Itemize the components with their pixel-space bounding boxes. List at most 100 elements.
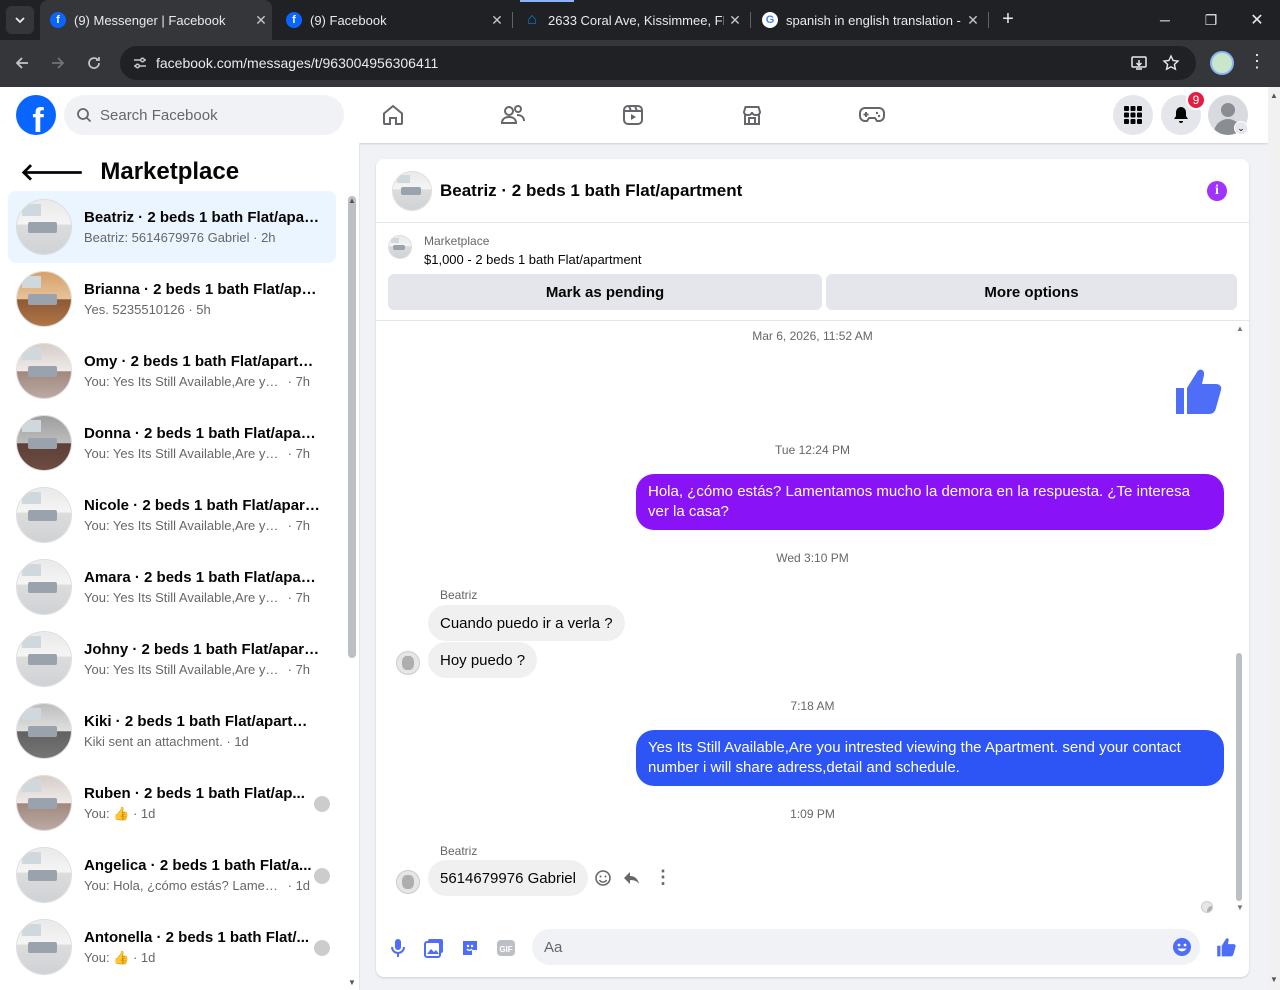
marketplace-conversation-list: 🡐 Marketplace Beatriz · 2 beds 1 bath Fl… bbox=[0, 143, 360, 990]
emoji-picker-icon[interactable] bbox=[1172, 937, 1192, 957]
close-tab-icon[interactable]: ✕ bbox=[724, 12, 746, 29]
scroll-up-arrow-icon[interactable]: ▲ bbox=[1236, 324, 1244, 333]
info-icon[interactable]: i bbox=[1207, 181, 1227, 201]
tab-title: spanish in english translation - G bbox=[786, 12, 962, 28]
install-app-icon[interactable] bbox=[1130, 54, 1148, 72]
browser-profile-avatar[interactable] bbox=[1210, 51, 1234, 75]
reload-button[interactable] bbox=[80, 49, 108, 77]
marketplace-nav-button[interactable] bbox=[738, 101, 766, 129]
browser-menu-icon[interactable]: ⋮ bbox=[1248, 52, 1266, 70]
tab-google[interactable]: G spanish in english translation - G ✕ bbox=[752, 0, 984, 40]
tab-zillow[interactable]: ⌂ 2633 Coral Ave, Kissimmee, FL 3 ✕ bbox=[514, 0, 746, 40]
incoming-message[interactable]: Cuando puedo ir a verla ? bbox=[428, 605, 625, 641]
back-arrow-icon[interactable]: 🡐 bbox=[20, 157, 84, 187]
listing-title[interactable]: $1,000 - 2 beds 1 bath Flat/apartment bbox=[424, 252, 642, 267]
address-bar[interactable]: facebook.com/messages/t/963004956306411 bbox=[120, 46, 1196, 80]
conversation-thumbnail bbox=[16, 559, 72, 615]
close-window-button[interactable]: ✕ bbox=[1234, 0, 1280, 40]
message-input[interactable]: Aa bbox=[532, 929, 1200, 965]
list-scrollbar[interactable] bbox=[348, 196, 356, 658]
dot-separator: · bbox=[284, 590, 296, 605]
incoming-message[interactable]: Hoy puedo ? bbox=[428, 642, 538, 678]
conversation-time: 7h bbox=[295, 590, 311, 605]
sticker-button[interactable] bbox=[459, 937, 481, 959]
conversation-time: 5h bbox=[196, 302, 211, 317]
page-scrollbar[interactable]: ▲ ▼ bbox=[1268, 87, 1280, 990]
conversation-item[interactable]: Nicole · 2 beds 1 bath Flat/apart... You:… bbox=[8, 479, 336, 551]
scroll-up-arrow-icon[interactable]: ▲ bbox=[348, 196, 356, 205]
forward-button[interactable] bbox=[44, 49, 72, 77]
new-tab-button[interactable]: + bbox=[996, 8, 1020, 32]
scroll-down-arrow-icon[interactable]: ▼ bbox=[348, 978, 356, 987]
home-nav-button[interactable] bbox=[379, 101, 407, 129]
gaming-nav-button[interactable] bbox=[858, 101, 886, 129]
marketplace-label: Marketplace bbox=[424, 234, 490, 248]
conversation-item[interactable]: Beatriz · 2 beds 1 bath Flat/apart... Bea… bbox=[8, 191, 336, 263]
arrow-left-icon bbox=[15, 57, 28, 69]
tab-search-button[interactable] bbox=[6, 6, 34, 34]
mark-as-pending-button[interactable]: Mark as pending bbox=[388, 274, 822, 310]
restore-button[interactable]: ❐ bbox=[1188, 0, 1234, 40]
conversation-item[interactable]: Omy · 2 beds 1 bath Flat/apartm... You: Y… bbox=[8, 335, 336, 407]
conversation-thumbnail bbox=[16, 271, 72, 327]
sender-avatar[interactable] bbox=[396, 870, 420, 894]
conversation-preview: You: Yes Its Still Available,Are you in.… bbox=[84, 446, 284, 461]
facebook-logo[interactable]: f bbox=[16, 95, 56, 135]
menu-button[interactable] bbox=[1113, 95, 1153, 135]
conversation-name: Nicole · 2 beds 1 bath Flat/apart... bbox=[84, 497, 320, 514]
reply-icon[interactable] bbox=[622, 869, 640, 887]
facebook-icon: f bbox=[50, 12, 66, 28]
scroll-down-arrow-icon[interactable]: ▼ bbox=[1236, 903, 1244, 912]
outgoing-message[interactable]: Yes Its Still Available,Are you intreste… bbox=[636, 730, 1224, 786]
bookmark-star-icon[interactable] bbox=[1162, 54, 1180, 72]
timestamp: Mar 6, 2026, 11:52 AM bbox=[752, 329, 873, 343]
url-text[interactable]: facebook.com/messages/t/963004956306411 bbox=[156, 55, 438, 71]
tab-title: 2633 Coral Ave, Kissimmee, FL 3 bbox=[548, 12, 724, 28]
svg-text:GIF: GIF bbox=[499, 945, 512, 954]
conversation-avatar[interactable] bbox=[392, 170, 432, 211]
conversation-thumbnail bbox=[16, 631, 72, 687]
search-input[interactable]: Search Facebook bbox=[64, 95, 344, 135]
chat-scrollbar[interactable] bbox=[1236, 653, 1242, 901]
minimize-button[interactable]: ─ bbox=[1142, 0, 1188, 40]
conversation-item[interactable]: Amara · 2 beds 1 bath Flat/apart... You: … bbox=[8, 551, 336, 623]
browser-toolbar: facebook.com/messages/t/963004956306411 … bbox=[0, 40, 1280, 87]
more-options-button[interactable]: More options bbox=[826, 274, 1237, 310]
listing-thumbnail[interactable] bbox=[388, 235, 412, 259]
outgoing-message[interactable]: Hola, ¿cómo estás? Lamentamos mucho la d… bbox=[636, 474, 1224, 530]
conversation-item[interactable]: Johny · 2 beds 1 bath Flat/apart... You: … bbox=[8, 623, 336, 695]
conversation-thumbnail bbox=[16, 775, 72, 831]
send-like-button[interactable] bbox=[1215, 935, 1239, 959]
conversation-item[interactable]: Angelica · 2 beds 1 bath Flat/a... You: H… bbox=[8, 839, 336, 911]
chevron-down-icon[interactable]: ⌄ bbox=[1234, 121, 1248, 135]
site-settings-icon[interactable] bbox=[132, 55, 148, 71]
chat-title[interactable]: Beatriz · 2 beds 1 bath Flat/apartment bbox=[440, 181, 742, 201]
gif-button[interactable]: GIF bbox=[495, 937, 517, 959]
tab-messenger[interactable]: f (9) Messenger | Facebook ✕ bbox=[40, 0, 272, 40]
attach-photo-button[interactable] bbox=[423, 937, 445, 959]
conversation-time: 7h bbox=[295, 446, 311, 461]
conversation-item[interactable]: Brianna · 2 beds 1 bath Flat/apar... Yes.… bbox=[8, 263, 336, 335]
conversation-preview: Yes. 5235510126 bbox=[84, 302, 185, 317]
friends-nav-button[interactable] bbox=[499, 101, 527, 129]
more-actions-icon[interactable]: ⋮ bbox=[654, 867, 672, 888]
video-nav-button[interactable] bbox=[619, 101, 647, 129]
conversation-preview: Beatriz: 5614679976 Gabriel bbox=[84, 230, 250, 245]
voice-clip-button[interactable] bbox=[387, 937, 409, 959]
sender-avatar[interactable] bbox=[396, 651, 420, 675]
dot-separator: · bbox=[129, 805, 141, 821]
close-tab-icon[interactable]: ✕ bbox=[962, 12, 984, 29]
react-emoji-icon[interactable] bbox=[594, 869, 612, 887]
conversation-item[interactable]: Antonella · 2 beds 1 bath Flat/... You: 👍… bbox=[8, 911, 336, 983]
conversation-item[interactable]: Kiki · 2 beds 1 bath Flat/apartme... Kiki… bbox=[8, 695, 336, 767]
google-icon: G bbox=[762, 12, 778, 28]
conversation-time: 1d bbox=[234, 734, 249, 749]
back-button[interactable] bbox=[8, 49, 36, 77]
friends-icon bbox=[500, 105, 525, 124]
close-tab-icon[interactable]: ✕ bbox=[486, 12, 508, 29]
conversation-item[interactable]: Ruben · 2 beds 1 bath Flat/ap... You: 👍 ·… bbox=[8, 767, 336, 839]
close-tab-icon[interactable]: ✕ bbox=[250, 12, 272, 29]
conversation-item[interactable]: Donna · 2 beds 1 bath Flat/apart... You: … bbox=[8, 407, 336, 479]
incoming-message[interactable]: 5614679976 Gabriel bbox=[428, 860, 588, 896]
tab-facebook[interactable]: f (9) Facebook ✕ bbox=[276, 0, 508, 40]
